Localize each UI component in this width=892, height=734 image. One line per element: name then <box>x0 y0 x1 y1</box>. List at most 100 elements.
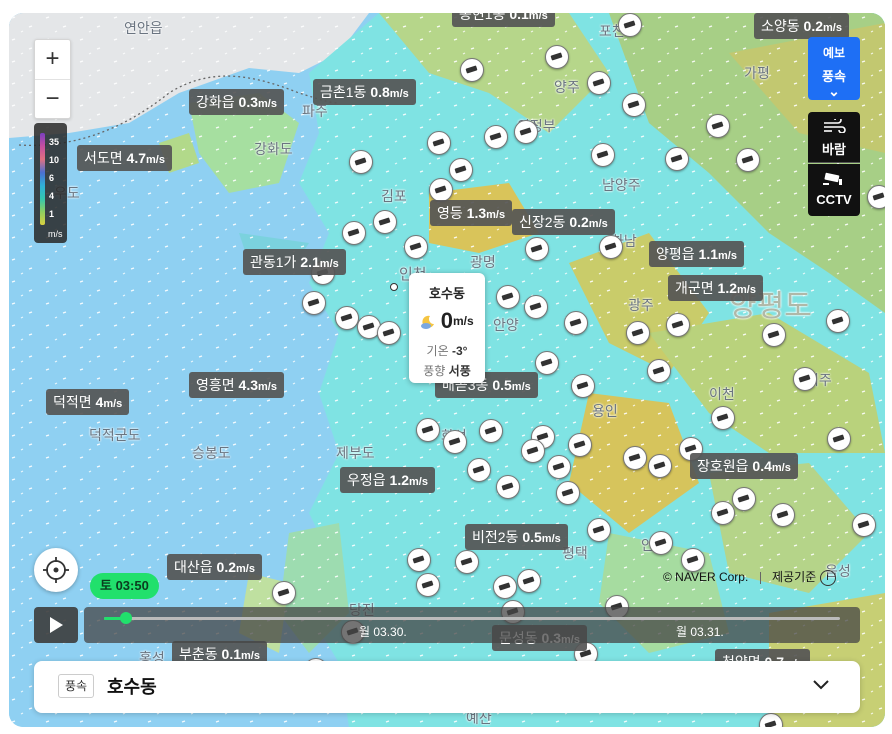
place-name: 제부도 <box>336 445 375 461</box>
cctv-marker[interactable] <box>568 433 592 457</box>
cctv-marker[interactable] <box>571 374 595 398</box>
cctv-marker[interactable] <box>514 120 538 144</box>
cctv-marker[interactable] <box>556 481 580 505</box>
cctv-marker[interactable] <box>460 58 484 82</box>
zoom-in-button[interactable]: + <box>35 40 70 80</box>
wind-label[interactable]: 장호원읍 0.4m/s <box>690 453 798 479</box>
cctv-layer-label: CCTV <box>816 192 852 207</box>
wind-label[interactable]: 관동1가 2.1m/s <box>243 249 346 275</box>
cctv-marker[interactable] <box>416 418 440 442</box>
wind-label[interactable]: 개군면 1.2m/s <box>668 275 763 301</box>
timeline-date-label: 월 03.30. <box>359 625 407 639</box>
cctv-marker[interactable] <box>427 131 451 155</box>
cctv-marker[interactable] <box>496 285 520 309</box>
wind-label[interactable]: 양평읍 1.1m/s <box>649 241 744 267</box>
wind-label[interactable]: 금촌1동 0.8m/s <box>313 79 416 105</box>
cctv-marker[interactable] <box>599 235 623 259</box>
cctv-marker[interactable] <box>622 93 646 117</box>
cctv-marker[interactable] <box>647 359 671 383</box>
wind-layer-button[interactable]: 바람 <box>808 112 860 163</box>
cctv-marker[interactable] <box>373 210 397 234</box>
cctv-marker[interactable] <box>587 518 611 542</box>
cctv-marker[interactable] <box>618 13 642 37</box>
cctv-marker[interactable] <box>493 575 517 599</box>
place-name: 남양주 <box>602 177 641 193</box>
cctv-marker[interactable] <box>349 150 373 174</box>
current-location-button[interactable] <box>34 548 78 592</box>
cctv-marker[interactable] <box>706 114 730 138</box>
cctv-marker[interactable] <box>407 548 431 572</box>
cctv-marker[interactable] <box>827 427 851 451</box>
cctv-marker[interactable] <box>496 475 520 499</box>
cctv-marker[interactable] <box>732 487 756 511</box>
cctv-marker[interactable] <box>443 430 467 454</box>
wind-label[interactable]: 덕적면 4m/s <box>46 389 130 415</box>
info-icon[interactable]: i <box>819 569 836 586</box>
cctv-marker[interactable] <box>416 573 440 597</box>
wind-label[interactable]: 소양동 0.2m/s <box>754 13 849 39</box>
cctv-marker[interactable] <box>377 321 401 345</box>
cctv-marker[interactable] <box>852 513 876 537</box>
cctv-marker[interactable] <box>771 503 795 527</box>
forecast-wind-toggle[interactable]: 예보 풍속 ⌄ <box>808 37 860 100</box>
cctv-marker[interactable] <box>524 295 548 319</box>
cctv-marker[interactable] <box>517 569 541 593</box>
cctv-marker[interactable] <box>587 71 611 95</box>
zoom-out-button[interactable]: − <box>35 80 70 119</box>
cctv-marker[interactable] <box>521 439 545 463</box>
cctv-marker[interactable] <box>711 406 735 430</box>
wind-label[interactable]: 비전2동 0.5m/s <box>465 524 568 550</box>
wind-label[interactable]: 영등 1.3m/s <box>430 200 513 226</box>
cctv-camera-icon <box>808 171 860 192</box>
wind-label[interactable]: 대산읍 0.2m/s <box>167 554 262 580</box>
cctv-marker[interactable] <box>623 446 647 470</box>
cctv-marker[interactable] <box>564 311 588 335</box>
cctv-marker[interactable] <box>666 313 690 337</box>
wind-label[interactable]: 송현1동 0.1m/s <box>452 13 555 27</box>
cctv-marker[interactable] <box>479 419 503 443</box>
place-name: 이천 <box>709 386 735 402</box>
timeline-date-label: 월 03.31. <box>676 625 724 639</box>
cctv-marker[interactable] <box>711 501 735 525</box>
cctv-marker[interactable] <box>467 458 491 482</box>
cctv-marker[interactable] <box>545 45 569 69</box>
cctv-marker[interactable] <box>342 221 366 245</box>
cctv-marker[interactable] <box>429 178 453 202</box>
place-name: 김포 <box>381 188 407 204</box>
cctv-marker[interactable] <box>626 321 650 345</box>
chevron-down-icon[interactable] <box>812 679 830 691</box>
timeline-handle[interactable] <box>120 612 133 624</box>
cctv-marker[interactable] <box>272 581 296 605</box>
location-panel[interactable]: 풍속 호수동 <box>34 661 860 713</box>
cctv-marker[interactable] <box>762 323 786 347</box>
current-time-chip: 토 03:50 <box>90 573 159 599</box>
cctv-marker[interactable] <box>826 309 850 333</box>
cctv-marker[interactable] <box>665 147 689 171</box>
cctv-marker[interactable] <box>455 550 479 574</box>
timeline-slider[interactable]: 월 03.30. 월 03.31. <box>84 607 860 643</box>
wind-label[interactable]: 우정읍 1.2m/s <box>340 467 435 493</box>
wind-label[interactable]: 강화읍 0.3m/s <box>189 89 284 115</box>
cctv-marker[interactable] <box>335 306 359 330</box>
wind-label[interactable]: 신장2동 0.2m/s <box>512 209 615 235</box>
cctv-marker[interactable] <box>302 291 326 315</box>
cctv-marker[interactable] <box>867 185 885 209</box>
cctv-marker[interactable] <box>736 148 760 172</box>
provider-link[interactable]: 제공기준 <box>772 570 816 584</box>
play-button[interactable] <box>34 607 78 643</box>
cctv-marker[interactable] <box>547 455 571 479</box>
map-view[interactable]: 연안읍 포천 양주 가평 의정부 강화도 김포 남양주 파주 우도 덕적군도 승… <box>9 13 885 727</box>
wind-label[interactable]: 서도면 4.7m/s <box>77 145 172 171</box>
cctv-marker[interactable] <box>793 367 817 391</box>
cctv-marker[interactable] <box>525 237 549 261</box>
cctv-marker[interactable] <box>404 235 428 259</box>
wind-label[interactable]: 영흥면 4.3m/s <box>189 372 284 398</box>
cctv-marker[interactable] <box>591 143 615 167</box>
cctv-marker[interactable] <box>648 454 672 478</box>
cctv-marker[interactable] <box>484 125 508 149</box>
cctv-marker[interactable] <box>449 158 473 182</box>
cctv-marker[interactable] <box>649 531 673 555</box>
location-tooltip[interactable]: 호수동 0m/s 기온 -3° 풍향 서풍 <box>409 273 485 383</box>
cctv-layer-button[interactable]: CCTV <box>808 164 860 216</box>
cctv-marker[interactable] <box>535 351 559 375</box>
